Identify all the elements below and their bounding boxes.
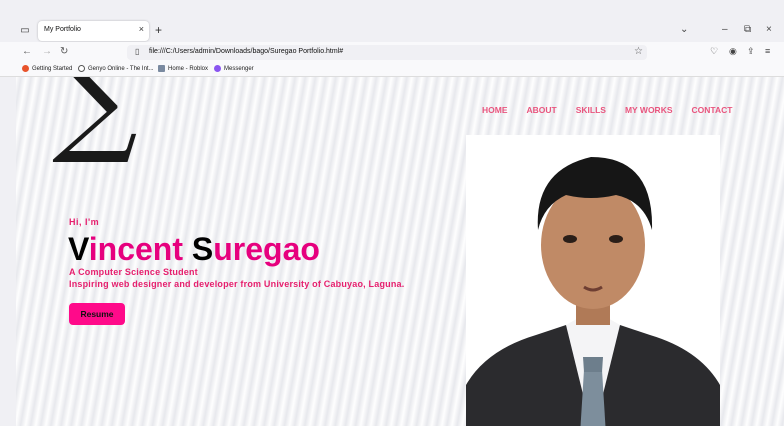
bookmarks-toolbar: Getting Started Genyo Online - The Int..… [0,62,784,77]
menu-home[interactable]: HOME [482,105,508,115]
sigma-logo[interactable]: ∑ [52,77,138,159]
bookmark-getting-started[interactable]: Getting Started [22,65,72,72]
tab-close-icon[interactable]: × [139,24,144,34]
bookmark-messenger[interactable]: Messenger [214,65,254,72]
portfolio-page: ∑ HOME ABOUT SKILLS MY WORKS CONTACT Hi,… [16,77,784,426]
greeting: Hi, I'm [69,217,100,227]
reload-button[interactable]: ↻ [60,46,68,57]
restore-button[interactable]: ⧉ [744,24,751,35]
forward-button[interactable]: → [42,46,52,57]
resume-button[interactable]: Resume [69,303,125,325]
menu-skills[interactable]: SKILLS [576,105,606,115]
bookmark-label: Messenger [224,65,254,72]
name-initial-v: V [68,231,89,267]
bookmark-star-icon[interactable]: ☆ [634,46,643,57]
close-window-button[interactable]: × [766,24,772,35]
subtitle-description: Inspiring web designer and developer fro… [69,279,405,289]
tab-title: My Portfolio [44,26,81,33]
tab-list-chevron-icon[interactable]: ⌄ [680,24,688,35]
name-last-rest: uregao [213,231,320,267]
bookmark-label: Genyo Online - The Int... [88,65,154,72]
url-bar[interactable]: ▯ file:///C:/Users/admin/Downloads/bago/… [127,45,647,60]
page-icon: ▯ [135,47,140,56]
extensions-icon[interactable]: ⇪ [747,46,755,57]
hero-name: Vincent Suregao [68,229,320,269]
menu-contact[interactable]: CONTACT [692,105,733,115]
url-text[interactable]: file:///C:/Users/admin/Downloads/bago/Su… [149,48,343,55]
browser-tab[interactable]: My Portfolio × [38,21,149,41]
minimize-button[interactable]: – [722,24,728,35]
bookmark-label: Getting Started [32,65,73,72]
menu-my-works[interactable]: MY WORKS [625,105,673,115]
globe-icon [78,65,85,72]
menu-icon[interactable]: ≡ [765,46,770,56]
firefox-icon [22,65,29,72]
back-button[interactable]: ← [22,46,32,57]
browser-tab-bar: ▭ My Portfolio × + ⌄ – ⧉ × [0,0,784,42]
bookmark-roblox[interactable]: Home - Roblox [158,65,208,72]
profile-photo [466,135,720,426]
subtitle-student: A Computer Science Student [69,267,198,277]
menu-about[interactable]: ABOUT [527,105,557,115]
bookmark-label: Home - Roblox [168,65,209,72]
site-menu: HOME ABOUT SKILLS MY WORKS CONTACT [482,105,732,115]
new-tab-button[interactable]: + [155,23,162,37]
messenger-icon [214,65,221,72]
name-initial-s: S [191,231,214,267]
bookmark-genyo[interactable]: Genyo Online - The Int... [78,65,154,72]
roblox-icon [158,65,165,72]
profile-portrait [466,157,720,426]
tab-list-icon[interactable]: ▭ [18,24,32,36]
pocket-icon[interactable]: ♡ [710,46,718,57]
name-first-rest: incent [88,231,192,267]
browser-nav-bar: ← → ↻ ▯ file:///C:/Users/admin/Downloads… [0,42,784,62]
account-icon[interactable]: ◉ [729,46,737,57]
